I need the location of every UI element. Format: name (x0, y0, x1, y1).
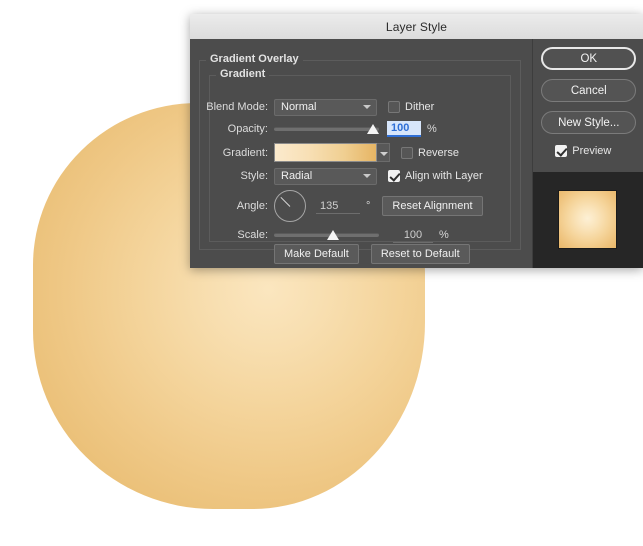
align-with-layer-checkbox[interactable]: Align with Layer (388, 170, 483, 182)
scale-slider[interactable] (274, 228, 379, 242)
gradient-label: Gradient: (190, 147, 274, 159)
angle-value-input[interactable]: 135 (316, 199, 360, 214)
gradient-picker-chevron-icon[interactable] (377, 143, 390, 162)
gradient-overlay-panel: Gradient Overlay Gradient Blend Mode: No… (190, 39, 532, 268)
opacity-row: Opacity: 100 % (190, 120, 532, 138)
reset-to-default-button[interactable]: Reset to Default (371, 244, 470, 264)
blend-mode-select[interactable]: Normal (274, 99, 377, 116)
checkbox-box (401, 147, 413, 159)
dialog-actions-panel: OK Cancel New Style... Preview (532, 39, 643, 268)
blend-mode-value: Normal (281, 101, 316, 113)
preview-label: Preview (572, 145, 611, 157)
checkbox-box (555, 145, 567, 157)
angle-label: Angle: (190, 200, 274, 212)
chevron-down-icon (363, 174, 371, 178)
slider-thumb[interactable] (327, 230, 339, 240)
scale-value-input[interactable]: 100 (393, 228, 433, 243)
angle-dial[interactable] (274, 190, 306, 222)
checkbox-box (388, 170, 400, 182)
gradient-legend: Gradient (216, 68, 269, 80)
opacity-slider[interactable] (274, 122, 379, 136)
scale-row: Scale: 100 % (190, 226, 532, 244)
layer-style-dialog: Layer Style Gradient Overlay Gradient Bl… (190, 14, 643, 268)
preview-thumbnail (558, 190, 617, 249)
new-style-button[interactable]: New Style... (541, 111, 636, 134)
dither-label: Dither (405, 101, 434, 113)
reverse-checkbox[interactable]: Reverse (401, 147, 459, 159)
slider-thumb[interactable] (367, 124, 379, 134)
dialog-title: Layer Style (386, 20, 447, 34)
chevron-down-icon (363, 105, 371, 109)
reverse-label: Reverse (418, 147, 459, 159)
default-buttons-group: Make Default Reset to Default (274, 244, 470, 264)
gradient-row: Gradient: Reverse (190, 142, 532, 163)
scale-unit: % (439, 229, 449, 241)
blend-mode-row: Blend Mode: Normal Dither (190, 98, 532, 116)
cancel-button[interactable]: Cancel (541, 79, 636, 102)
style-value: Radial (281, 170, 312, 182)
dither-checkbox[interactable]: Dither (388, 101, 434, 113)
checkbox-box (388, 101, 400, 113)
dialog-body: Gradient Overlay Gradient Blend Mode: No… (190, 39, 643, 268)
style-select[interactable]: Radial (274, 168, 377, 185)
blend-mode-label: Blend Mode: (190, 101, 274, 113)
style-label: Style: (190, 170, 274, 182)
slider-track (274, 127, 379, 131)
dialog-titlebar[interactable]: Layer Style (190, 14, 643, 40)
preview-checkbox[interactable]: Preview (555, 145, 611, 157)
scale-label: Scale: (190, 229, 274, 241)
opacity-unit: % (427, 123, 437, 135)
gradient-swatch[interactable] (274, 143, 377, 162)
angle-unit: ° (366, 200, 370, 212)
opacity-label: Opacity: (190, 123, 274, 135)
gradient-overlay-legend: Gradient Overlay (206, 53, 303, 65)
angle-row: Angle: 135 ° Reset Alignment (190, 190, 532, 222)
angle-needle-icon (280, 197, 290, 207)
reset-alignment-button[interactable]: Reset Alignment (382, 196, 482, 216)
style-row: Style: Radial Align with Layer (190, 167, 532, 185)
make-default-button[interactable]: Make Default (274, 244, 359, 264)
align-with-layer-label: Align with Layer (405, 170, 483, 182)
ok-button[interactable]: OK (541, 47, 636, 70)
opacity-value-input[interactable]: 100 (387, 121, 421, 137)
preview-thumbnail-panel (533, 172, 643, 268)
